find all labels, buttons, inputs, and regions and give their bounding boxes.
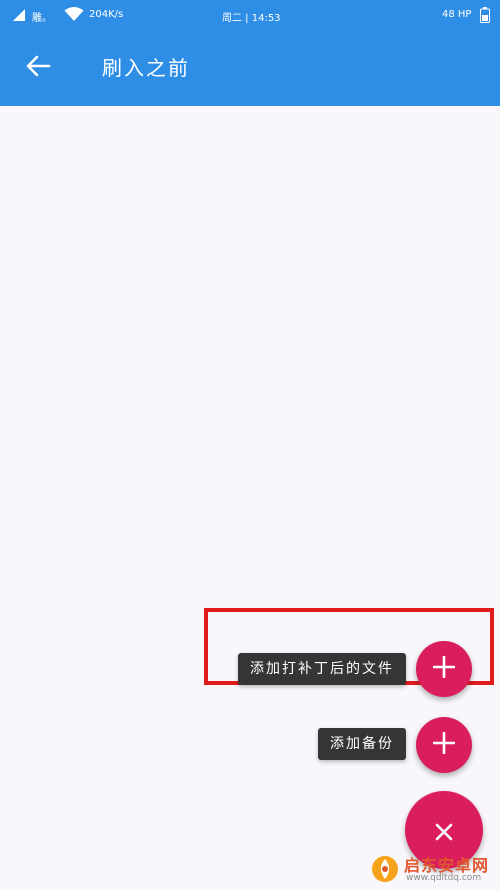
add-patched-file-label[interactable]: 添加打补丁后的文件 xyxy=(238,653,406,685)
watermark-url: www.qdltdq.com xyxy=(406,873,482,883)
battery-icon xyxy=(480,7,490,26)
add-patched-file-button[interactable] xyxy=(416,641,472,697)
network-speed: 204K/s xyxy=(89,9,124,20)
page-title: 刷入之前 xyxy=(102,56,190,80)
battery-text: 48 HP xyxy=(442,9,472,20)
add-backup-button[interactable] xyxy=(416,717,472,773)
watermark-logo-icon xyxy=(370,854,400,884)
date-time: 周二 | 14:53 xyxy=(222,13,281,24)
plus-icon xyxy=(432,731,456,758)
app-bar: 刷入之前 xyxy=(0,30,500,106)
back-button[interactable] xyxy=(22,54,54,82)
content-area xyxy=(0,106,500,890)
add-backup-label[interactable]: 添加备份 xyxy=(318,728,406,760)
watermark: 启东安卓网 www.qdltdq.com xyxy=(370,852,496,888)
plus-icon xyxy=(432,655,456,682)
signal-icon xyxy=(12,8,26,25)
carrier-text: 雕。 xyxy=(32,13,52,24)
arrow-left-icon xyxy=(25,55,51,81)
wifi-icon xyxy=(64,6,84,25)
close-icon xyxy=(435,823,453,845)
status-bar: 雕。 204K/s 周二 | 14:53 48 HP xyxy=(0,0,500,30)
